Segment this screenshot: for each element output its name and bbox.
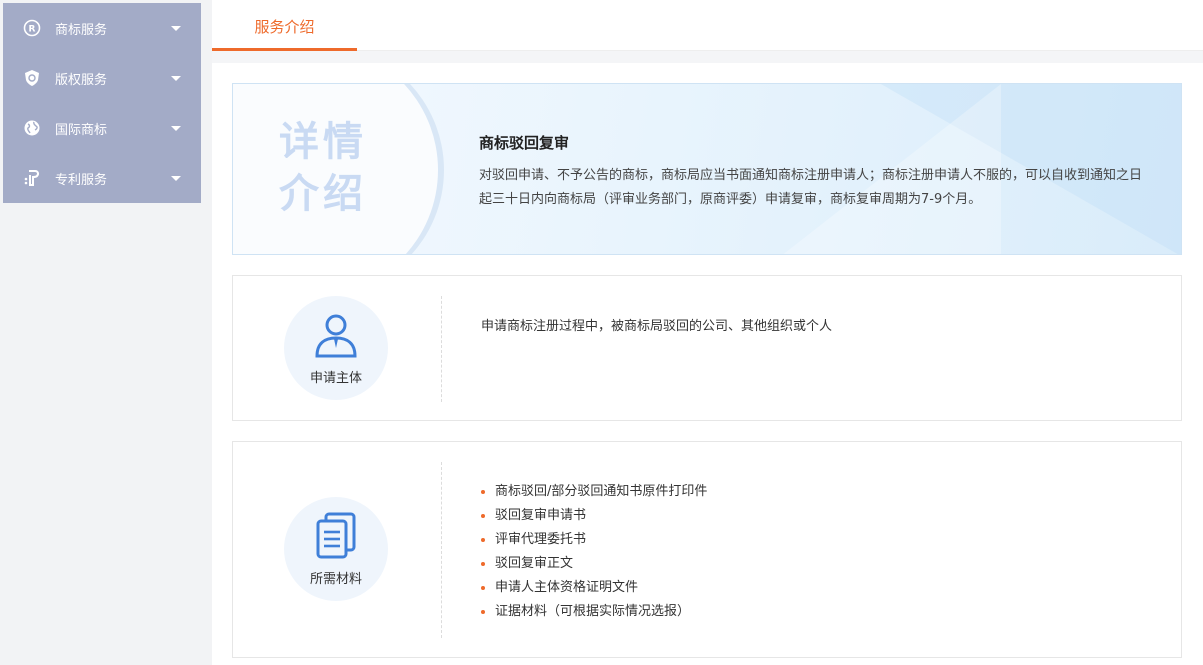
copyright-shield-icon xyxy=(23,69,41,87)
list-item: 证据材料（可根据实际情况选报） xyxy=(481,600,707,624)
tab-bar: 服务介绍 xyxy=(212,0,1203,51)
section-divider xyxy=(441,462,442,638)
intro-big-text: 详情介绍 xyxy=(279,119,367,217)
materials-badge: 所需材料 xyxy=(284,497,388,601)
sidebar-item-international[interactable]: 国际商标 xyxy=(3,103,201,153)
caret-down-icon xyxy=(171,76,181,81)
materials-section: 所需材料 商标驳回/部分驳回通知书原件打印件 驳回复审申请书 评审代理委托书 驳… xyxy=(232,441,1182,658)
sidebar-item-copyright[interactable]: 版权服务 xyxy=(3,53,201,103)
tab-separator xyxy=(212,51,1203,63)
section-divider xyxy=(441,296,442,402)
applicant-badge-label: 申请主体 xyxy=(309,371,362,386)
applicant-badge: 申请主体 xyxy=(284,296,388,400)
svg-text:R: R xyxy=(29,25,36,35)
intro-banner: 详情介绍 商标驳回复审 对驳回申请、不予公告的商标，商标局应当书面通知商标注册申… xyxy=(232,83,1182,255)
materials-badge-label: 所需材料 xyxy=(309,572,362,587)
registered-trademark-icon: R xyxy=(23,19,41,37)
service-description: 对驳回申请、不予公告的商标，商标局应当书面通知商标注册申请人；商标注册申请人不服… xyxy=(479,168,1143,207)
documents-icon xyxy=(312,511,360,565)
caret-down-icon xyxy=(171,126,181,131)
caret-down-icon xyxy=(171,26,181,31)
list-item: 驳回复审正文 xyxy=(481,552,707,576)
caret-down-icon xyxy=(171,176,181,181)
materials-list: 商标驳回/部分驳回通知书原件打印件 驳回复审申请书 评审代理委托书 驳回复审正文… xyxy=(481,480,707,624)
person-icon xyxy=(312,310,360,362)
list-item: 商标驳回/部分驳回通知书原件打印件 xyxy=(481,480,707,504)
sidebar-item-trademark[interactable]: R 商标服务 xyxy=(3,3,201,53)
list-item: 申请人主体资格证明文件 xyxy=(481,576,707,600)
patent-icon xyxy=(23,169,41,187)
materials-list-wrap: 商标驳回/部分驳回通知书原件打印件 驳回复审申请书 评审代理委托书 驳回复审正文… xyxy=(481,480,707,624)
list-item: 驳回复审申请书 xyxy=(481,504,707,528)
sidebar: R 商标服务 版权服务 国际商标 专利服务 xyxy=(3,3,201,203)
tab-service-intro[interactable]: 服务介绍 xyxy=(212,0,357,51)
sidebar-item-patent[interactable]: 专利服务 xyxy=(3,153,201,203)
main-content: 服务介绍 详情介绍 商标驳回复审 对驳回申请、不予公告的商标，商标局应当书面通知… xyxy=(212,0,1203,665)
globe-icon xyxy=(23,119,41,137)
applicant-text: 申请商标注册过程中，被商标局驳回的公司、其他组织或个人 xyxy=(481,319,833,334)
service-title: 商标驳回复审 xyxy=(479,134,570,152)
applicant-section: 申请主体 申请商标注册过程中，被商标局驳回的公司、其他组织或个人 xyxy=(232,275,1182,421)
list-item: 评审代理委托书 xyxy=(481,528,707,552)
